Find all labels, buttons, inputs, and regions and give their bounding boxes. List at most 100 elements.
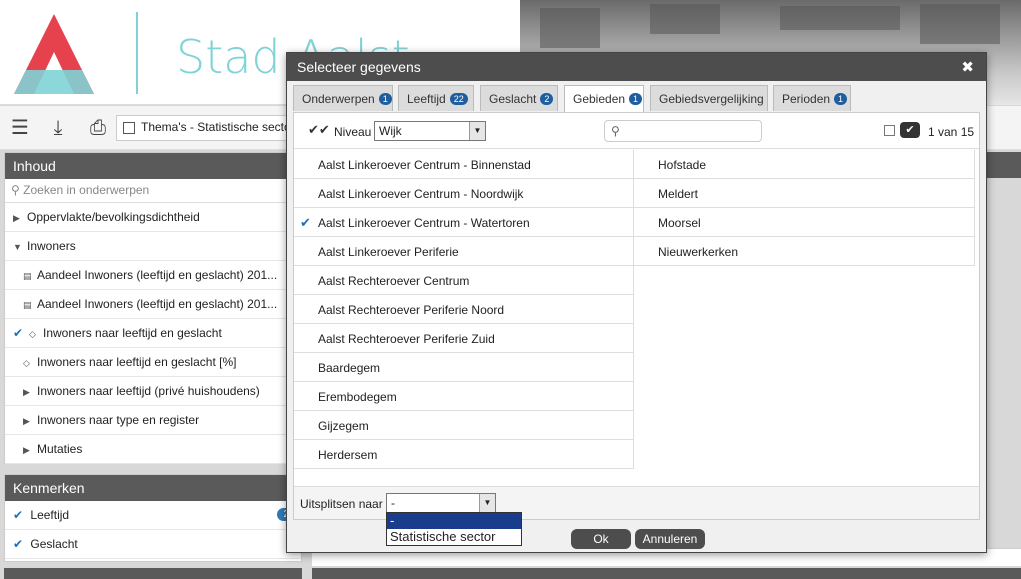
- tab-label: Perioden: [782, 92, 831, 106]
- check-icon: ✔: [13, 326, 24, 340]
- tree-item-label: Aandeel Inwoners (leeftijd en geslacht) …: [37, 268, 278, 282]
- gebieden-search-input[interactable]: ⚲: [604, 120, 762, 142]
- tab-geslacht[interactable]: Geslacht 2: [480, 85, 558, 111]
- tab-onderwerpen[interactable]: Onderwerpen 1: [293, 85, 393, 111]
- split-dropdown-list: - Statistische sector: [386, 512, 522, 546]
- tree-item[interactable]: ▤ Aandeel Inwoners (leeftijd en geslacht)…: [5, 261, 301, 290]
- tree-item[interactable]: ✔ ◇ Inwoners naar leeftijd en geslacht: [5, 319, 301, 348]
- select-data-dialog: Selecteer gegevens ✖ Onderwerpen 1 Leefti…: [286, 52, 987, 553]
- list-item[interactable]: Erembodegem: [294, 382, 634, 411]
- list-item-label: Aalst Rechteroever Periferie Noord: [318, 303, 505, 317]
- list-item[interactable]: Baardegem: [294, 353, 634, 382]
- list-item-label: Aalst Linkeroever Centrum - Binnenstad: [318, 158, 531, 172]
- check-icon: ✔: [13, 508, 24, 522]
- list-item[interactable]: Aalst Rechteroever Centrum: [294, 266, 634, 295]
- print-icon[interactable]: ⎙: [86, 116, 110, 140]
- gebieden-list-left: Aalst Linkeroever Centrum - Binnenstad A…: [294, 150, 634, 469]
- dialog-title-text: Selecteer gegevens: [297, 59, 421, 75]
- kenmerken-title: Kenmerken: [5, 475, 301, 501]
- cube-icon: ◇: [23, 358, 30, 368]
- tab-label: Gebieden: [573, 92, 626, 106]
- chevron-down-icon: ▼: [469, 122, 485, 140]
- caret-right-icon: ▶: [23, 387, 30, 397]
- list-item[interactable]: Aalst Linkeroever Centrum - Noordwijk: [294, 179, 634, 208]
- tab-count-badge: 22: [449, 93, 468, 105]
- list-item-label: Baardegem: [318, 361, 381, 375]
- tree-item-label: Mutaties: [37, 442, 83, 456]
- tree-item-label: Oppervlakte/bevolkingsdichtheid: [27, 210, 200, 224]
- theme-select[interactable]: Thema's - Statistische sector: [116, 115, 296, 141]
- list-item-label: Aalst Linkeroever Centrum - Watertoren: [318, 216, 530, 230]
- list-item-label: Aalst Rechteroever Centrum: [318, 274, 470, 288]
- list-item-label: Aalst Linkeroever Centrum - Noordwijk: [318, 187, 524, 201]
- tab-leeftijd[interactable]: Leeftijd 22: [398, 85, 474, 111]
- bottom-panel-head: [4, 568, 302, 579]
- tree-item[interactable]: ▶ Mutaties: [5, 435, 301, 464]
- list-item[interactable]: Herdersem: [294, 440, 634, 469]
- tree-item[interactable]: ▼ Inwoners: [5, 232, 301, 261]
- split-label: Uitsplitsen naar: [300, 497, 383, 511]
- list-item[interactable]: Aalst Rechteroever Periferie Zuid: [294, 324, 634, 353]
- download-icon[interactable]: ⤓: [46, 116, 70, 140]
- list-item-label: Aalst Linkeroever Periferie: [318, 245, 459, 259]
- inhoud-search[interactable]: ⚲ Zoeken in onderwerpen: [5, 179, 301, 203]
- tab-gebieden[interactable]: Gebieden 1: [564, 85, 644, 113]
- selected-toggle-icon[interactable]: ✔: [900, 122, 920, 138]
- close-icon[interactable]: ✖: [961, 58, 974, 76]
- list-item[interactable]: Meldert: [634, 179, 975, 208]
- theme-select-label: Thema's - Statistische sector: [141, 120, 295, 134]
- kenmerken-panel: Kenmerken ✔ Leeftijd 2 ✔ Geslacht: [4, 474, 302, 562]
- double-check-icon[interactable]: ✔✔: [308, 122, 330, 138]
- tree-item-label: Inwoners naar leeftijd (privé huishouden…: [37, 384, 260, 398]
- list-item[interactable]: ✔ Aalst Linkeroever Centrum - Watertoren: [294, 208, 634, 237]
- select-all-checkbox[interactable]: [884, 125, 895, 136]
- cancel-button[interactable]: Annuleren: [635, 529, 705, 549]
- kenmerken-item[interactable]: ✔ Geslacht: [5, 530, 301, 559]
- list-item[interactable]: Aalst Linkeroever Centrum - Binnenstad: [294, 150, 634, 179]
- tree-item-label: Inwoners naar leeftijd en geslacht [%]: [37, 355, 237, 369]
- inhoud-panel: Inhoud ⚲ Zoeken in onderwerpen ▶ Oppervla…: [4, 152, 302, 464]
- list-item-label: Gijzegem: [318, 419, 369, 433]
- stack-icon: ▤: [23, 271, 32, 281]
- niveau-select[interactable]: Wijk ▼: [374, 121, 486, 141]
- caret-right-icon: ▶: [23, 445, 30, 455]
- tree-item[interactable]: ▶ Inwoners naar type en register: [5, 406, 301, 435]
- dropdown-option[interactable]: Statistische sector: [387, 529, 521, 545]
- tree-item-label: Inwoners: [27, 239, 76, 253]
- split-value: -: [391, 496, 395, 510]
- tab-label: Onderwerpen: [302, 92, 375, 106]
- right-panel-head: [986, 152, 1021, 178]
- list-item[interactable]: Hofstade: [634, 150, 975, 179]
- list-item[interactable]: Aalst Linkeroever Periferie: [294, 237, 634, 266]
- kenmerken-item-label: Geslacht: [30, 537, 78, 551]
- dropdown-option[interactable]: -: [387, 513, 521, 529]
- ok-button[interactable]: Ok: [571, 529, 631, 549]
- gebieden-list-right: Hofstade Meldert Moorsel Nieuwerkerken: [634, 150, 975, 266]
- check-icon: ✔: [13, 537, 24, 551]
- logo-divider: [136, 12, 138, 94]
- menu-icon[interactable]: ☰: [8, 116, 32, 140]
- tree-item[interactable]: ▤ Aandeel Inwoners (leeftijd en geslacht)…: [5, 290, 301, 319]
- kenmerken-item[interactable]: ✔ Leeftijd 2: [5, 501, 301, 530]
- caret-down-icon: ▼: [13, 242, 22, 252]
- tree-item[interactable]: ▶ Inwoners naar leeftijd (privé huishoude…: [5, 377, 301, 406]
- caret-right-icon: ▶: [23, 416, 30, 426]
- list-item[interactable]: Gijzegem: [294, 411, 634, 440]
- tab-label: Geslacht: [489, 92, 537, 106]
- tab-perioden[interactable]: Perioden 1: [773, 85, 851, 111]
- tree-item[interactable]: ▶ Oppervlakte/bevolkingsdichtheid: [5, 203, 301, 232]
- kenmerken-item-label: Leeftijd: [30, 508, 70, 522]
- niveau-label: Niveau: [334, 125, 372, 139]
- list-item-label: Aalst Rechteroever Periferie Zuid: [318, 332, 495, 346]
- inhoud-search-placeholder: Zoeken in onderwerpen: [23, 183, 150, 197]
- tree-item-label: Aandeel Inwoners (leeftijd en geslacht) …: [37, 297, 278, 311]
- tab-label: Gebiedsvergelijking: [659, 92, 764, 106]
- list-item[interactable]: Nieuwerkerken: [634, 237, 975, 266]
- list-item[interactable]: Moorsel: [634, 208, 975, 237]
- tab-gebiedsvergelijking[interactable]: Gebiedsvergelijking: [650, 85, 768, 111]
- search-icon: ⚲: [611, 124, 620, 138]
- search-icon: ⚲: [11, 183, 20, 197]
- split-select[interactable]: - ▼: [386, 493, 496, 513]
- tree-item[interactable]: ◇ Inwoners naar leeftijd en geslacht [%]: [5, 348, 301, 377]
- list-item[interactable]: Aalst Rechteroever Periferie Noord: [294, 295, 634, 324]
